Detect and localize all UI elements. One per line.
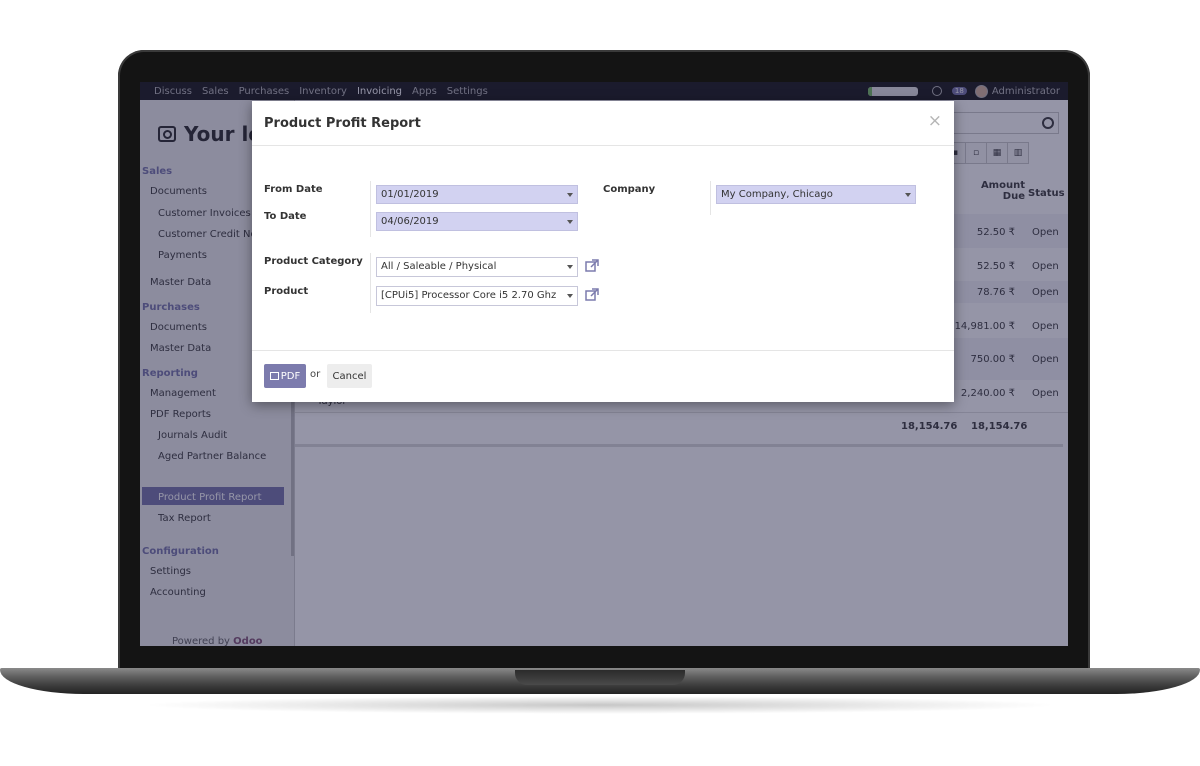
product-field[interactable]: [CPUi5] Processor Core i5 2.70 Ghz [376, 286, 578, 306]
laptop-shadow [140, 696, 1060, 714]
dialog-footer-divider [252, 350, 954, 351]
chevron-down-icon[interactable] [567, 265, 573, 269]
laptop-screen: Discuss Sales Purchases Inventory Invoic… [140, 82, 1068, 646]
chevron-down-icon[interactable] [567, 294, 573, 298]
chevron-down-icon[interactable] [567, 220, 573, 224]
product-value: [CPUi5] Processor Core i5 2.70 Ghz [381, 290, 557, 301]
dialog-header-divider [252, 145, 954, 146]
dialog-title: Product Profit Report [264, 116, 421, 131]
print-icon [269, 372, 279, 380]
product-category-field[interactable]: All / Saleable / Physical [376, 257, 578, 277]
field-divider [710, 181, 711, 215]
pdf-button[interactable]: PDF [264, 364, 306, 388]
from-date-field[interactable]: 01/01/2019 [376, 185, 578, 204]
external-link-icon[interactable] [585, 259, 599, 273]
from-date-label: From Date [264, 184, 323, 195]
close-icon[interactable]: × [928, 111, 942, 131]
pdf-button-label: PDF [280, 370, 301, 382]
chevron-down-icon[interactable] [567, 193, 573, 197]
or-text: or [310, 369, 321, 380]
to-date-field[interactable]: 04/06/2019 [376, 212, 578, 231]
field-divider [370, 253, 371, 313]
from-date-value: 01/01/2019 [381, 189, 439, 200]
company-field[interactable]: My Company, Chicago [716, 185, 916, 204]
to-date-value: 04/06/2019 [381, 216, 439, 227]
cancel-button[interactable]: Cancel [327, 364, 372, 388]
to-date-label: To Date [264, 211, 307, 222]
chevron-down-icon[interactable] [905, 193, 911, 197]
product-category-value: All / Saleable / Physical [381, 261, 497, 272]
company-value: My Company, Chicago [721, 189, 833, 200]
laptop-notch [515, 670, 685, 685]
field-divider [370, 181, 371, 237]
product-category-label: Product Category [264, 256, 363, 267]
product-profit-report-dialog: Product Profit Report × From Date To Dat… [252, 101, 954, 402]
product-label: Product [264, 286, 309, 297]
company-label: Company [603, 184, 656, 195]
external-link-icon[interactable] [585, 288, 599, 302]
